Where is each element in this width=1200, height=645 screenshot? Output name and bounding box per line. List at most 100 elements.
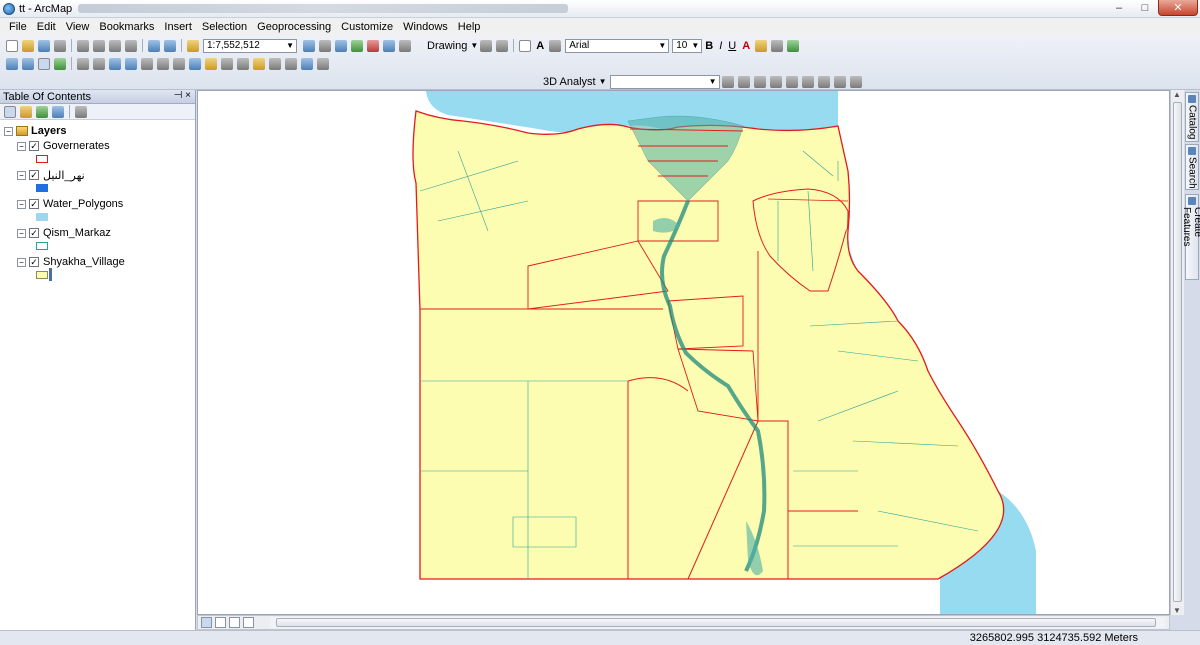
interpolate-line-icon[interactable] (785, 75, 798, 88)
python-window-icon[interactable] (383, 39, 395, 52)
select-features-icon[interactable] (141, 57, 153, 70)
editor-toolbar-icon[interactable] (303, 39, 315, 52)
collapse-icon[interactable]: − (17, 141, 26, 151)
legend-swatch-nile-river[interactable] (36, 184, 48, 192)
time-slider-icon[interactable] (301, 57, 313, 70)
text-tool[interactable]: A (536, 40, 544, 52)
layer-visibility-checkbox[interactable]: ✓ (29, 228, 39, 238)
font-name-combo[interactable]: Arial ▼ (565, 38, 670, 53)
go-to-xy-icon[interactable] (285, 57, 297, 70)
catalog-window-icon[interactable] (335, 39, 347, 52)
collapse-icon[interactable]: − (17, 199, 26, 209)
delete-icon[interactable] (125, 39, 137, 52)
scroll-up-icon[interactable]: ▲ (1173, 90, 1181, 99)
3d-analyst-menu[interactable]: 3D Analyst (543, 76, 596, 88)
bold-button[interactable]: B (705, 40, 713, 52)
layer-qism-markaz[interactable]: − ✓ Qism_Markaz (17, 226, 111, 240)
list-by-visibility-icon[interactable] (36, 105, 48, 118)
layer-visibility-checkbox[interactable]: ✓ (29, 199, 39, 209)
measure-icon[interactable] (237, 57, 249, 70)
line-of-sight-icon[interactable] (753, 75, 766, 88)
go-forward-icon[interactable] (125, 57, 137, 70)
menu-file[interactable]: File (4, 21, 32, 33)
fixed-zoom-out-icon[interactable] (93, 57, 105, 70)
select-elements-icon[interactable] (480, 39, 493, 52)
line-color-icon[interactable] (771, 39, 784, 52)
marker-color-icon[interactable] (787, 39, 800, 52)
toc-options-icon[interactable] (75, 105, 87, 118)
new-document-icon[interactable] (6, 39, 18, 52)
add-data-icon[interactable] (187, 39, 199, 52)
layer-visibility-checkbox[interactable]: ✓ (29, 141, 39, 151)
find-route-icon[interactable] (269, 57, 281, 70)
save-icon[interactable] (38, 39, 50, 52)
menu-customize[interactable]: Customize (336, 21, 398, 33)
viewer-window-icon[interactable] (317, 57, 329, 70)
identify-icon[interactable] (189, 57, 201, 70)
arcscene-icon[interactable] (833, 75, 846, 88)
go-back-icon[interactable] (109, 57, 121, 70)
map-display[interactable] (197, 90, 1170, 615)
font-size-combo[interactable]: 10 ▼ (672, 38, 703, 53)
list-by-selection-icon[interactable] (52, 105, 64, 118)
undo-icon[interactable] (148, 39, 160, 52)
interpolate-polygon-icon[interactable] (801, 75, 814, 88)
menu-bookmarks[interactable]: Bookmarks (94, 21, 159, 33)
underline-button[interactable]: U (728, 40, 736, 52)
contour-icon[interactable] (721, 75, 734, 88)
legend-swatch-shyakha-village[interactable] (36, 271, 48, 279)
select-elements-icon[interactable] (173, 57, 185, 70)
copy-icon[interactable] (93, 39, 105, 52)
search-window-icon[interactable] (351, 39, 363, 52)
data-view-button[interactable] (201, 617, 212, 628)
layers-root[interactable]: − Layers (4, 124, 66, 138)
italic-button[interactable]: I (719, 40, 722, 52)
rotate-icon[interactable] (496, 39, 509, 52)
layer-visibility-checkbox[interactable]: ✓ (29, 170, 39, 180)
menu-help[interactable]: Help (453, 21, 486, 33)
fill-color-icon[interactable] (755, 39, 768, 52)
tab-create-features[interactable]: Create Features (1181, 194, 1200, 280)
map-horizontal-scrollbar[interactable] (270, 617, 1165, 628)
pause-drawing-button[interactable] (243, 617, 254, 628)
minimize-button[interactable]: – (1106, 0, 1132, 16)
table-of-contents-icon[interactable] (319, 39, 331, 52)
collapse-icon[interactable]: − (17, 228, 26, 238)
font-color-button[interactable]: A (742, 40, 750, 52)
zoom-out-icon[interactable] (22, 57, 34, 70)
menu-view[interactable]: View (61, 21, 95, 33)
legend-swatch-qism-markaz[interactable] (36, 242, 48, 250)
model-builder-icon[interactable] (399, 39, 411, 52)
menu-insert[interactable]: Insert (159, 21, 197, 33)
redo-icon[interactable] (164, 39, 176, 52)
horizontal-scroll-thumb[interactable] (276, 618, 1156, 627)
tab-search[interactable]: Search (1185, 144, 1199, 190)
profile-graph-icon[interactable] (817, 75, 830, 88)
maximize-button[interactable]: □ (1132, 0, 1158, 16)
open-folder-icon[interactable] (22, 39, 34, 52)
collapse-icon[interactable]: − (17, 257, 26, 267)
paste-icon[interactable] (109, 39, 121, 52)
clear-selection-icon[interactable] (157, 57, 169, 70)
close-button[interactable]: ✕ (1158, 0, 1198, 16)
tab-catalog[interactable]: Catalog (1185, 92, 1199, 142)
menu-windows[interactable]: Windows (398, 21, 453, 33)
menu-geoprocessing[interactable]: Geoprocessing (252, 21, 336, 33)
collapse-icon[interactable]: − (4, 126, 13, 136)
layer-water-polygons[interactable]: − ✓ Water_Polygons (17, 197, 123, 211)
egypt-map[interactable] (198, 91, 1170, 615)
arctoolbox-icon[interactable] (367, 39, 379, 52)
arcglobe-icon[interactable] (849, 75, 862, 88)
print-icon[interactable] (54, 39, 66, 52)
layer-governerates[interactable]: − ✓ Governerates (17, 139, 110, 153)
vertical-scroll-thumb[interactable] (1173, 102, 1182, 602)
find-icon[interactable] (253, 57, 265, 70)
scroll-down-icon[interactable]: ▼ (1173, 606, 1181, 615)
zoom-in-icon[interactable] (6, 57, 18, 70)
menu-selection[interactable]: Selection (197, 21, 252, 33)
html-popup-icon[interactable] (221, 57, 233, 70)
layer-shyakha-village[interactable]: − ✓ Shyakha_Village (17, 255, 125, 269)
legend-swatch-governerates[interactable] (36, 155, 48, 163)
full-extent-icon[interactable] (54, 57, 66, 70)
layer-visibility-checkbox[interactable]: ✓ (29, 257, 39, 267)
